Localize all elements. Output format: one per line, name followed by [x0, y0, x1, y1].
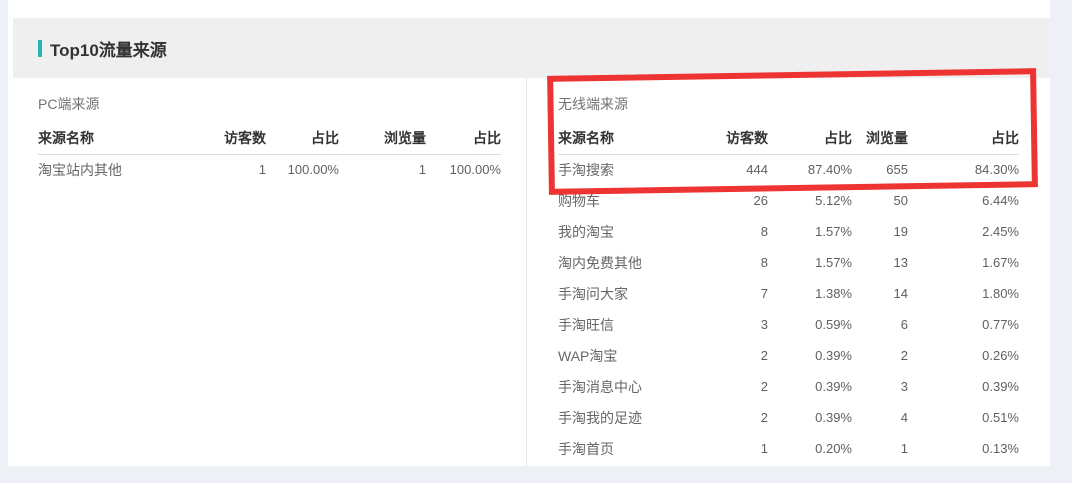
cell-value: 6: [852, 309, 908, 340]
cell-value: 6.44%: [908, 185, 1019, 216]
cell-source-name: 淘内免费其他: [558, 247, 673, 278]
cell-value: 0.39%: [908, 371, 1019, 402]
cell-source-name: 手淘我的足迹: [558, 402, 673, 433]
column-header-visitor-share: 占比: [266, 123, 339, 154]
cell-source-name: 手淘问大家: [558, 278, 673, 309]
column-header-pageview-share: 占比: [908, 123, 1019, 154]
cell-source-name: 淘宝站内其他: [38, 154, 188, 185]
column-header-pageviews: 浏览量: [339, 123, 426, 154]
cell-value: 2: [673, 402, 768, 433]
column-header-pageview-share: 占比: [426, 123, 501, 154]
cell-value: 8: [673, 247, 768, 278]
table-row: WAP淘宝20.39%20.26%: [558, 340, 1019, 371]
cell-value: 0.39%: [768, 371, 852, 402]
table-row: 淘宝站内其他1100.00%1100.00%: [38, 154, 501, 185]
pc-sources-panel: PC端来源 来源名称 访客数 占比 浏览量 占比 淘宝站内其他1100.00%1…: [8, 78, 527, 466]
column-header-source-name: 来源名称: [38, 123, 188, 154]
column-header-visitor-share: 占比: [768, 123, 852, 154]
column-header-visitors: 访客数: [673, 123, 768, 154]
cell-value: 100.00%: [266, 154, 339, 185]
cell-value: 1: [852, 433, 908, 464]
cell-value: 2: [852, 340, 908, 371]
cell-value: 1.57%: [768, 216, 852, 247]
cell-value: 7: [673, 278, 768, 309]
cell-value: 655: [852, 154, 908, 185]
cell-value: 100.00%: [426, 154, 501, 185]
cell-source-name: 我的淘宝: [558, 216, 673, 247]
cell-value: 0.77%: [908, 309, 1019, 340]
section-title: Top10流量来源: [50, 36, 167, 61]
cell-value: 4: [852, 402, 908, 433]
cell-source-name: 手淘旺信: [558, 309, 673, 340]
cell-value: 2.45%: [908, 216, 1019, 247]
cell-value: 0.39%: [768, 402, 852, 433]
cell-value: 14: [852, 278, 908, 309]
pc-panel-title: PC端来源: [38, 94, 500, 114]
table-row: 购物车265.12%506.44%: [558, 185, 1019, 216]
cell-value: 50: [852, 185, 908, 216]
table-row: 手淘消息中心20.39%30.39%: [558, 371, 1019, 402]
table-row: 我的淘宝81.57%192.45%: [558, 216, 1019, 247]
table-row: 手淘问大家71.38%141.80%: [558, 278, 1019, 309]
wireless-sources-table: 来源名称 访客数 占比 浏览量 占比 手淘搜索44487.40%65584.30…: [558, 123, 1019, 464]
cell-value: 19: [852, 216, 908, 247]
cell-value: 3: [673, 309, 768, 340]
cell-value: 0.26%: [908, 340, 1019, 371]
cell-value: 3: [852, 371, 908, 402]
cell-source-name: 购物车: [558, 185, 673, 216]
tables-container: PC端来源 来源名称 访客数 占比 浏览量 占比 淘宝站内其他1100.00%1…: [8, 78, 1050, 466]
table-row: 手淘首页10.20%10.13%: [558, 433, 1019, 464]
cell-value: 0.13%: [908, 433, 1019, 464]
column-header-pageviews: 浏览量: [852, 123, 908, 154]
cell-source-name: WAP淘宝: [558, 340, 673, 371]
pc-table-header-row: 来源名称 访客数 占比 浏览量 占比: [38, 123, 501, 154]
wireless-panel-title: 无线端来源: [558, 94, 1019, 114]
wireless-table-header-row: 来源名称 访客数 占比 浏览量 占比: [558, 123, 1019, 154]
cell-value: 1.38%: [768, 278, 852, 309]
cell-source-name: 手淘搜索: [558, 154, 673, 185]
cell-value: 87.40%: [768, 154, 852, 185]
cell-value: 2: [673, 340, 768, 371]
cell-value: 8: [673, 216, 768, 247]
cell-source-name: 手淘首页: [558, 433, 673, 464]
table-row: 手淘搜索44487.40%65584.30%: [558, 154, 1019, 185]
column-header-source-name: 来源名称: [558, 123, 673, 154]
pc-sources-table: 来源名称 访客数 占比 浏览量 占比 淘宝站内其他1100.00%1100.00…: [38, 123, 501, 185]
cell-value: 1.80%: [908, 278, 1019, 309]
cell-value: 0.51%: [908, 402, 1019, 433]
cell-value: 1: [188, 154, 266, 185]
cell-value: 1.57%: [768, 247, 852, 278]
cell-value: 1: [339, 154, 426, 185]
cell-value: 84.30%: [908, 154, 1019, 185]
cell-value: 0.59%: [768, 309, 852, 340]
cell-value: 2: [673, 371, 768, 402]
table-row: 手淘我的足迹20.39%40.51%: [558, 402, 1019, 433]
wireless-sources-panel: 无线端来源 来源名称 访客数 占比 浏览量 占比 手淘搜索44487.40%65…: [527, 78, 1050, 466]
table-row: 手淘旺信30.59%60.77%: [558, 309, 1019, 340]
cell-value: 444: [673, 154, 768, 185]
cell-value: 5.12%: [768, 185, 852, 216]
table-row: 淘内免费其他81.57%131.67%: [558, 247, 1019, 278]
page-background: { "section": { "title": "Top10流量来源" }, "…: [0, 0, 1072, 483]
cell-value: 13: [852, 247, 908, 278]
accent-bar-icon: [38, 40, 42, 57]
cell-value: 0.20%: [768, 433, 852, 464]
cell-value: 1.67%: [908, 247, 1019, 278]
cell-value: 26: [673, 185, 768, 216]
cell-source-name: 手淘消息中心: [558, 371, 673, 402]
cell-value: 0.39%: [768, 340, 852, 371]
cell-value: 1: [673, 433, 768, 464]
column-header-visitors: 访客数: [188, 123, 266, 154]
traffic-sources-card: Top10流量来源 PC端来源 来源名称 访客数 占比 浏览量 占比 淘宝: [8, 0, 1050, 466]
section-header: Top10流量来源: [13, 18, 1050, 78]
